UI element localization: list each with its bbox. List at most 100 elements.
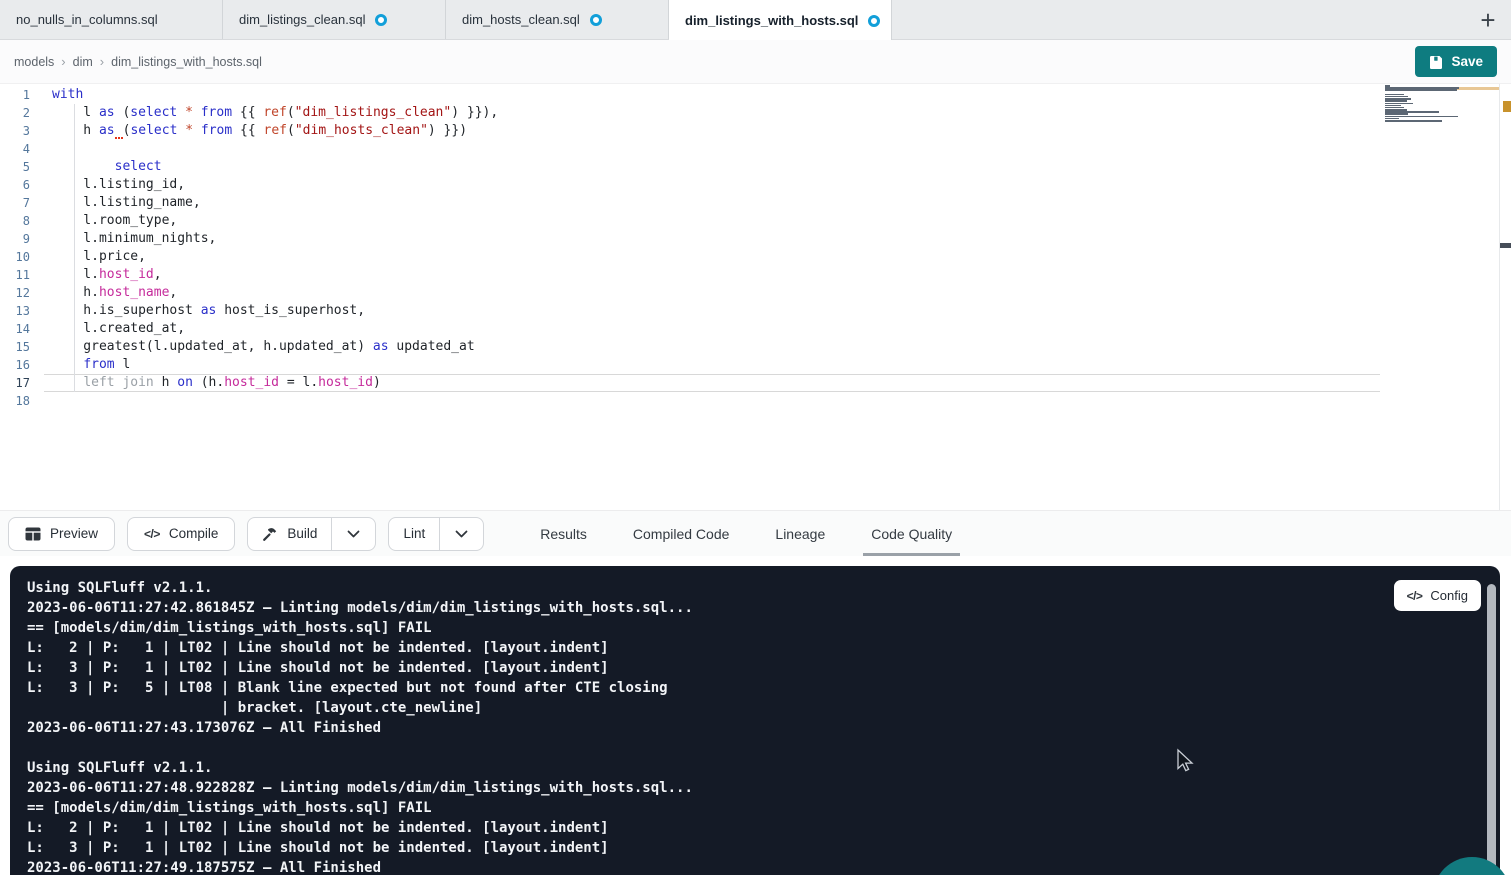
line-number: 2 xyxy=(0,104,30,122)
terminal-line: 2023-06-06T11:27:48.922828Z — Linting mo… xyxy=(27,778,693,798)
breadcrumb-segment-dim-listings-with-hosts-sql[interactable]: dim_listings_with_hosts.sql xyxy=(111,55,262,69)
preview-grid-icon xyxy=(25,527,41,541)
terminal-log: Using SQLFluff v2.1.1.2023-06-06T11:27:4… xyxy=(27,578,693,875)
new-tab-button[interactable]: + xyxy=(1465,0,1511,39)
editor-scrollbar[interactable] xyxy=(1499,84,1511,510)
result-tab-compiled-code[interactable]: Compiled Code xyxy=(629,511,734,556)
action-bar: Preview </> Compile Build xyxy=(0,510,1511,556)
line-number: 13 xyxy=(0,302,30,320)
tab-strip: no_nulls_in_columns.sql dim_listings_clea… xyxy=(0,0,892,39)
lint-dropdown-button[interactable] xyxy=(439,518,483,550)
code-line-16: from l xyxy=(52,356,498,374)
config-label: Config xyxy=(1430,588,1468,603)
line-number: 4 xyxy=(0,140,30,158)
build-button[interactable]: Build xyxy=(248,518,331,550)
breadcrumb-separator-icon: › xyxy=(100,54,104,69)
line-number: 1 xyxy=(0,86,30,104)
build-split-button: Build xyxy=(247,517,376,551)
result-tab-code-quality[interactable]: Code Quality xyxy=(867,511,956,556)
code-brackets-icon: </> xyxy=(1407,589,1423,603)
breadcrumb-segment-dim[interactable]: dim xyxy=(73,55,93,69)
terminal-scrollbar-thumb[interactable] xyxy=(1487,584,1496,871)
terminal-line: Using SQLFluff v2.1.1. xyxy=(27,758,693,778)
compile-button[interactable]: </> Compile xyxy=(127,517,235,551)
modified-dot-icon xyxy=(375,14,387,26)
build-dropdown-button[interactable] xyxy=(331,518,375,550)
code-line-17: left join h on (h.host_id = l.host_id) xyxy=(52,374,498,392)
line-number: 9 xyxy=(0,230,30,248)
code-brackets-icon: </> xyxy=(144,527,160,541)
code-line-3: h as (select * from {{ ref("dim_hosts_cl… xyxy=(52,122,498,140)
line-number: 7 xyxy=(0,194,30,212)
terminal-line: L: 2 | P: 1 | LT02 | Line should not be … xyxy=(27,638,693,658)
terminal-line: L: 2 | P: 1 | LT02 | Line should not be … xyxy=(27,818,693,838)
line-number: 5 xyxy=(0,158,30,176)
code-line-18 xyxy=(52,392,498,410)
terminal-line: == [models/dim/dim_listings_with_hosts.s… xyxy=(27,618,693,638)
tab-label: dim_listings_clean.sql xyxy=(239,12,365,27)
terminal-line: 2023-06-06T11:27:49.187575Z — All Finish… xyxy=(27,858,693,875)
code-line-5: select xyxy=(52,158,498,176)
line-number: 11 xyxy=(0,266,30,284)
tab-dim-listings-with-hosts-sql[interactable]: dim_listings_with_hosts.sql xyxy=(669,0,892,41)
code-line-2: l as (select * from {{ ref("dim_listings… xyxy=(52,104,498,122)
terminal-output-panel[interactable]: Using SQLFluff v2.1.1.2023-06-06T11:27:4… xyxy=(10,566,1500,875)
terminal-line: L: 3 | P: 1 | LT02 | Line should not be … xyxy=(27,838,693,858)
tab-bar: no_nulls_in_columns.sql dim_listings_clea… xyxy=(0,0,1511,40)
tab-no-nulls-in-columns-sql[interactable]: no_nulls_in_columns.sql xyxy=(0,0,223,39)
chevron-down-icon xyxy=(455,530,468,538)
code-line-4 xyxy=(52,140,498,158)
terminal-line: L: 3 | P: 1 | LT02 | Line should not be … xyxy=(27,658,693,678)
code-content: with l as (select * from {{ ref("dim_lis… xyxy=(52,86,498,410)
line-number: 16 xyxy=(0,356,30,374)
minimap[interactable] xyxy=(1385,85,1461,124)
chevron-down-icon xyxy=(347,530,360,538)
modified-dot-icon xyxy=(868,15,880,27)
code-editor[interactable]: 123456789101112131415161718 with l as (s… xyxy=(0,84,1511,510)
modified-dot-icon xyxy=(590,14,602,26)
code-line-8: l.room_type, xyxy=(52,212,498,230)
terminal-line: | bracket. [layout.cte_newline] xyxy=(27,698,693,718)
line-number-gutter: 123456789101112131415161718 xyxy=(0,86,30,410)
save-icon xyxy=(1429,55,1443,69)
code-line-12: h.host_name, xyxy=(52,284,498,302)
code-line-9: l.minimum_nights, xyxy=(52,230,498,248)
code-line-6: l.listing_id, xyxy=(52,176,498,194)
tab-label: dim_hosts_clean.sql xyxy=(462,12,580,27)
save-button[interactable]: Save xyxy=(1415,46,1497,77)
line-number: 17 xyxy=(0,374,30,392)
result-tab-lineage[interactable]: Lineage xyxy=(771,511,829,556)
compile-label: Compile xyxy=(169,526,219,541)
code-line-7: l.listing_name, xyxy=(52,194,498,212)
code-line-13: h.is_superhost as host_is_superhost, xyxy=(52,302,498,320)
preview-button[interactable]: Preview xyxy=(8,517,115,551)
code-line-10: l.price, xyxy=(52,248,498,266)
breadcrumb-segment-models[interactable]: models xyxy=(14,55,54,69)
terminal-line: Using SQLFluff v2.1.1. xyxy=(27,578,693,598)
save-label: Save xyxy=(1451,54,1483,69)
config-button[interactable]: </> Config xyxy=(1394,580,1481,611)
lint-split-button: Lint xyxy=(388,517,484,551)
line-number: 10 xyxy=(0,248,30,266)
minimap-line xyxy=(1385,89,1457,91)
line-number: 14 xyxy=(0,320,30,338)
tab-label: dim_listings_with_hosts.sql xyxy=(685,13,858,28)
lint-button[interactable]: Lint xyxy=(389,518,439,550)
code-line-1: with xyxy=(52,86,498,104)
line-number: 18 xyxy=(0,392,30,410)
tab-bar-filler xyxy=(892,0,1465,39)
result-tab-results[interactable]: Results xyxy=(536,511,591,556)
code-line-15: greatest(l.updated_at, h.updated_at) as … xyxy=(52,338,498,356)
lint-warning-marker-icon xyxy=(1503,101,1511,112)
line-number: 15 xyxy=(0,338,30,356)
breadcrumb-bar: models›dim›dim_listings_with_hosts.sql S… xyxy=(0,40,1511,84)
terminal-line: L: 3 | P: 5 | LT08 | Blank line expected… xyxy=(27,678,693,698)
tab-dim-listings-clean-sql[interactable]: dim_listings_clean.sql xyxy=(223,0,446,39)
terminal-line xyxy=(27,738,693,758)
preview-label: Preview xyxy=(50,526,98,541)
lint-label: Lint xyxy=(403,526,425,541)
tab-dim-hosts-clean-sql[interactable]: dim_hosts_clean.sql xyxy=(446,0,669,39)
scroll-position-marker xyxy=(1500,243,1511,248)
terminal-line: 2023-06-06T11:27:42.861845Z — Linting mo… xyxy=(27,598,693,618)
build-label: Build xyxy=(287,526,317,541)
